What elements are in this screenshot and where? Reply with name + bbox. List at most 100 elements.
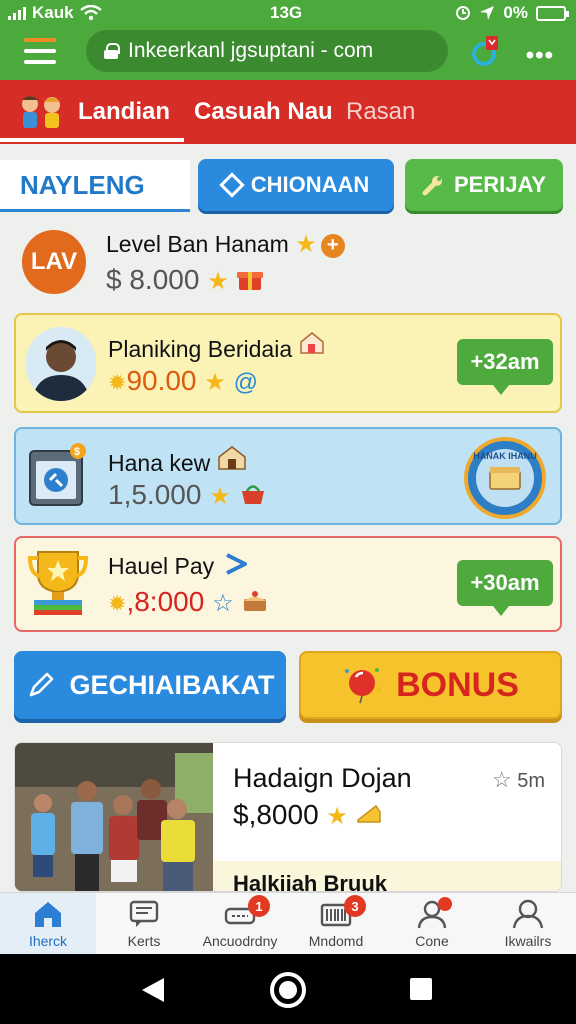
pencil-icon [29, 672, 53, 697]
house-icon [299, 332, 324, 354]
card-value-text: 1,5.000 [108, 479, 202, 510]
primary-action-button[interactable]: GECHIAIBAKAT [14, 651, 286, 719]
bonus-label: BONUS [396, 665, 519, 704]
feature-card[interactable]: Hadaign Dojan $,8000 ★ ☆ 5m Halkiiah Bru… [14, 742, 562, 892]
home-icon [35, 902, 61, 927]
tab-casuah-nau[interactable]: Casuah Nau [194, 98, 333, 126]
card-title: Hana kew [108, 445, 247, 477]
star-icon: ★ [295, 231, 317, 258]
time-badge: +30am [457, 560, 553, 616]
card-value-text: 90.00 [126, 365, 197, 396]
tab-landian[interactable]: Landian [78, 98, 170, 126]
level-row[interactable]: LAV Level Ban Hanam ★ + $ 8.000 ★ [0, 224, 576, 308]
bottom-nav-label: Kerts [127, 933, 161, 949]
level-value-text: $ 8.000 [106, 264, 200, 295]
top-nav: Landian Casuah Nau Rasan [0, 80, 576, 144]
bottom-nav-item-cone[interactable]: Cone [384, 893, 480, 955]
feature-time: ☆ 5m [492, 767, 545, 793]
battery-percent: 0% [503, 3, 528, 22]
recents-icon[interactable] [410, 978, 432, 1000]
active-tab-indicator [0, 138, 184, 142]
bottom-nav-label: Cone [415, 933, 449, 949]
extension-icon[interactable] [470, 34, 500, 68]
status-time: 13G [270, 3, 303, 22]
svg-text:$: $ [74, 446, 80, 458]
chat-icon [129, 900, 159, 927]
browser-toolbar: Inkeerkanl jgsuptani - com ••• [0, 26, 576, 80]
card-value: ✹,8:000 ☆ [108, 586, 269, 618]
bottom-nav-label: Ikwailrs [504, 933, 552, 949]
carrier-label: Kauk [32, 3, 74, 22]
card-title: Planiking Beridaia [108, 331, 325, 363]
seal-badge: HANAK IHANU [464, 437, 546, 519]
bottom-nav-item-ancuodrdny[interactable]: 1 Ancuodrdny [192, 893, 288, 955]
gift-icon [236, 272, 263, 290]
signal-icon [8, 6, 26, 20]
url-bar[interactable]: Inkeerkanl jgsuptani - com [86, 30, 448, 72]
primary-action-label: GECHIAIBAKAT [69, 669, 275, 700]
card-title-text: Hana kew [108, 450, 211, 476]
card-value: 1,5.000 ★ [108, 479, 267, 511]
wrench-icon [422, 176, 442, 196]
tab-rasan[interactable]: Rasan [346, 98, 415, 126]
lock-icon [104, 43, 120, 59]
bottom-nav-item-ikwailrs[interactable]: Ikwailrs [480, 893, 576, 955]
bottom-nav-item-mndomd[interactable]: 3 Mndomd [288, 893, 384, 955]
feature-sub-title: Halkiiah Bruuk [233, 871, 388, 892]
diamond-icon [218, 172, 245, 198]
star-icon: ★ [204, 369, 226, 396]
menu-icon[interactable] [24, 38, 56, 64]
sparkle-icon: ✹ [108, 591, 127, 616]
avatar [26, 327, 96, 401]
tab-nayleng[interactable]: NAYLENG [0, 160, 190, 212]
notification-badge: 1 [248, 895, 270, 917]
more-options-icon[interactable]: ••• [526, 42, 554, 70]
add-icon[interactable]: + [320, 233, 345, 258]
balloon-icon [345, 668, 382, 704]
seal-text: HANAK IHANU [473, 451, 537, 461]
bottom-nav: Iherck Kerts 1 Ancuodrdny 3 Mndomd Cone … [0, 892, 576, 955]
perijay-button[interactable]: PERIJAY [405, 159, 563, 211]
reward-card-3[interactable]: Hauel Pay ✹,8:000 ☆ +30am [14, 536, 562, 632]
bottom-nav-item-home[interactable]: Iherck [0, 893, 96, 955]
star-icon: ★ [209, 483, 231, 510]
status-right: 0% [455, 3, 569, 23]
home-button-icon[interactable] [270, 972, 306, 1008]
chionaan-label: CHIONAAN [250, 172, 370, 197]
sparkle-icon: ✹ [108, 370, 127, 395]
alarm-icon [456, 6, 471, 20]
reward-card-1[interactable]: Planiking Beridaia ✹90.00 ★ @ +32am [14, 313, 562, 413]
play-icon [225, 553, 247, 575]
star-outline-icon: ☆ [212, 590, 234, 617]
star-outline-icon: ☆ [491, 767, 512, 792]
notification-badge: 3 [344, 895, 366, 917]
bottom-nav-label: Mndomd [308, 933, 364, 949]
card-title-text: Hauel Pay [108, 553, 215, 579]
group-photo [15, 743, 213, 891]
card-title-text: Planiking Beridaia [108, 336, 293, 362]
back-icon[interactable] [142, 978, 164, 1002]
reward-card-2[interactable]: $ Hana kew 1,5.000 ★ HANAK IHANU [14, 427, 562, 525]
battery-icon [536, 5, 569, 21]
chionaan-button[interactable]: CHIONAAN [198, 159, 394, 211]
location-icon [480, 6, 495, 20]
feature-time-text: 5m [517, 770, 545, 792]
star-icon: ★ [207, 268, 229, 295]
basket-icon [241, 485, 264, 504]
star-icon: ★ [326, 803, 348, 830]
bottom-nav-item-kerts[interactable]: Kerts [96, 893, 192, 955]
card-value: ✹90.00 ★ @ [108, 365, 258, 397]
card-value-text: ,8:000 [126, 586, 205, 617]
bottom-nav-label: Ancuodrdny [202, 933, 278, 949]
status-left: Kauk [8, 3, 102, 23]
bottom-nav-label: Iherck [28, 933, 68, 949]
status-bar: Kauk 13G 0% [0, 0, 576, 26]
system-nav-bar [0, 954, 576, 1024]
cake-icon [244, 591, 267, 611]
bonus-button[interactable]: BONUS [299, 651, 562, 719]
feature-title: Hadaign Dojan [233, 763, 412, 793]
wifi-icon [79, 5, 102, 21]
feature-value-text: $,8000 [233, 799, 319, 830]
level-value: $ 8.000 ★ [106, 264, 263, 296]
profile-icon [512, 899, 544, 929]
